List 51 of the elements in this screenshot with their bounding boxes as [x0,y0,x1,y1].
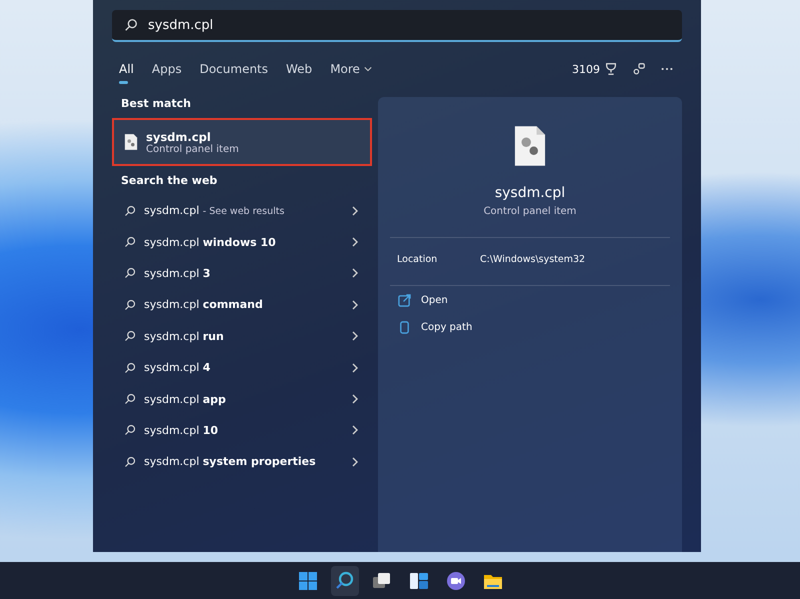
search-field[interactable]: sysdm.cpl [148,18,670,32]
result-title: sysdm.cpl [146,130,212,144]
web-result-item[interactable]: sysdm.cpl system properties [112,446,372,478]
chevron-right-icon [352,456,358,467]
search-box[interactable]: sysdm.cpl [112,10,682,42]
search-icon [124,236,136,248]
search-icon [124,298,136,311]
filter-tab[interactable]: Web [279,58,320,80]
web-result-item[interactable]: sysdm.cpl app [112,383,372,415]
web-result-item[interactable]: sysdm.cpl 3 [112,258,372,290]
search-icon [124,267,136,280]
chevron-right-icon [352,206,358,216]
points-count: 3109 [572,62,600,76]
trophy-icon[interactable] [604,62,618,76]
result-type: Control panel item [146,144,239,154]
filter-tab[interactable]: More [323,58,379,80]
chevron-right-icon [352,268,358,278]
search-icon [124,204,136,217]
web-result-item[interactable]: sysdm.cpl 10 [112,414,372,446]
search-icon [124,18,138,32]
chevron-right-icon [352,425,358,436]
open-external-icon [398,294,411,307]
section-heading: Search the web [120,173,218,189]
location-value: C:\Windows\system32 [480,254,586,265]
location-label: Location [397,254,438,265]
search-taskbar-icon[interactable] [330,566,358,596]
section-heading: Best match [120,97,192,112]
copy-icon [398,321,411,334]
filter-tab[interactable]: Apps [144,58,189,80]
search-icon [124,424,136,436]
chevron-right-icon [352,394,358,404]
web-result-item[interactable]: sysdm.cpl windows 10 [112,226,372,258]
web-result-item[interactable]: sysdm.cpl run [112,320,372,352]
web-result-item[interactable]: sysdm.cpl command [112,289,372,321]
web-result-item[interactable]: sysdm.cpl - See web results [112,195,372,226]
action-item[interactable]: Copy path [390,313,670,340]
search-icon [124,393,136,406]
chevron-right-icon [352,237,358,248]
best-match-item[interactable]: sysdm.cpl Control panel item [112,118,372,166]
action-item[interactable]: Open [390,286,670,313]
chevron-right-icon [352,300,358,310]
details-type: Control panel item [484,206,576,217]
chevron-right-icon [352,331,358,342]
search-icon [124,330,136,342]
search-icon [124,456,136,468]
search-icon [124,362,136,374]
web-result-item[interactable]: sysdm.cpl 4 [112,352,372,384]
chevron-down-icon [364,66,372,72]
filter-tab[interactable]: Documents [192,58,276,80]
details-title: sysdm.cpl [494,185,566,201]
chevron-right-icon [352,362,358,373]
